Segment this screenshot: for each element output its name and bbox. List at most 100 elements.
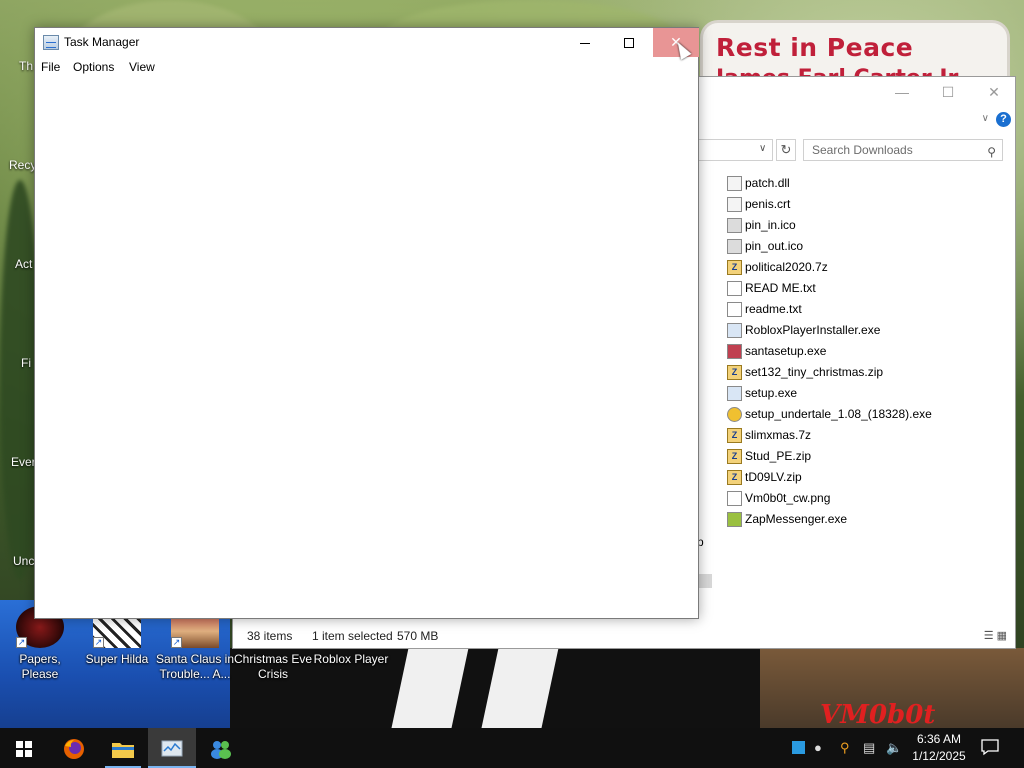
santa-exe-icon: [727, 344, 742, 359]
tray-search-icon[interactable]: ⚲: [840, 740, 850, 756]
firefox-icon: [64, 738, 84, 759]
windows-logo-icon: [16, 740, 32, 757]
file-item[interactable]: patch.dll: [727, 173, 932, 194]
taskbar-file-explorer[interactable]: [99, 728, 147, 768]
desktop-icon-label-partial[interactable]: Recy: [9, 158, 36, 172]
task-manager-icon: [161, 740, 183, 757]
explorer-minimize-button[interactable]: —: [879, 77, 925, 107]
exe-file-icon: [727, 323, 742, 338]
archive-file-icon: Z: [727, 470, 742, 485]
certificate-file-icon: [727, 197, 742, 212]
zap-messenger-icon: [727, 512, 742, 527]
taskbar-messenger[interactable]: [197, 728, 245, 768]
file-item[interactable]: Zset132_tiny_christmas.zip: [727, 362, 932, 383]
taskbar-clock[interactable]: 6:36 AM 1/12/2025: [908, 731, 970, 765]
file-item[interactable]: pin_in.ico: [727, 215, 932, 236]
desktop-icon-label-partial[interactable]: Fi: [21, 356, 31, 370]
file-item[interactable]: setup.exe: [727, 383, 932, 404]
task-manager-content: [35, 78, 698, 618]
wallpaper-watermark: VM0b0t: [820, 700, 936, 728]
file-item[interactable]: ZapMessenger.exe: [727, 509, 932, 530]
file-item[interactable]: santasetup.exe: [727, 341, 932, 362]
file-item[interactable]: readme.txt: [727, 299, 932, 320]
desktop-icon-label: Super Hilda: [85, 652, 149, 666]
refresh-button[interactable]: ↻: [776, 139, 796, 161]
file-name: political2020.7z: [745, 260, 828, 274]
minimize-icon: [580, 42, 590, 44]
desktop-icon-label-partial[interactable]: Ever: [11, 455, 36, 469]
desktop-icon-label: Papers, Please: [19, 652, 61, 681]
icon-file-icon: [727, 239, 742, 254]
minimize-button[interactable]: [563, 28, 607, 57]
file-name: READ ME.txt: [745, 281, 816, 295]
clock-date: 1/12/2025: [912, 749, 966, 763]
tray-messenger-icon[interactable]: ●: [814, 740, 822, 755]
search-input[interactable]: Search Downloads ⚲: [803, 139, 1003, 161]
desktop-icon-label-partial[interactable]: Th: [19, 59, 33, 73]
notification-center-icon[interactable]: [980, 738, 1000, 756]
menu-view[interactable]: View: [129, 60, 155, 74]
explorer-maximize-button[interactable]: ☐: [925, 77, 971, 107]
start-button[interactable]: [0, 728, 48, 768]
file-name: Vm0b0t_cw.png: [745, 491, 831, 505]
taskbar-firefox[interactable]: [50, 728, 98, 768]
file-item[interactable]: pin_out.ico: [727, 236, 932, 257]
menu-bar: File Options View: [35, 58, 698, 78]
image-file-icon: [727, 491, 742, 506]
task-manager-window[interactable]: Task Manager ✕ File Options View: [34, 27, 699, 619]
desktop-icon-label-partial[interactable]: Unc: [13, 554, 34, 568]
volume-icon[interactable]: 🔈: [886, 740, 902, 756]
maximize-button[interactable]: [607, 28, 651, 57]
shortcut-arrow-icon: ↗: [171, 637, 182, 648]
file-item[interactable]: Zslimxmas.7z: [727, 425, 932, 446]
file-name: ZapMessenger.exe: [745, 512, 848, 526]
messenger-people-icon: [211, 740, 231, 759]
taskbar: ● ⚲ ▤ 🔈 6:36 AM 1/12/2025: [0, 728, 1024, 768]
explorer-close-button[interactable]: ✕: [971, 77, 1017, 107]
file-name: penis.crt: [745, 197, 791, 211]
file-list: patch.dll penis.crt pin_in.ico pin_out.i…: [727, 173, 932, 530]
taskbar-task-manager[interactable]: [148, 728, 196, 768]
file-item[interactable]: Zpolitical2020.7z: [727, 257, 932, 278]
task-manager-titlebar[interactable]: Task Manager ✕: [35, 28, 699, 58]
file-name: setup_undertale_1.08_(18328).exe: [745, 407, 932, 421]
file-name: slimxmas.7z: [745, 428, 812, 442]
network-icon[interactable]: ▤: [863, 740, 875, 756]
archive-file-icon: Z: [727, 365, 742, 380]
file-name: Stud_PE.zip: [745, 449, 812, 463]
file-name: setup.exe: [745, 386, 798, 400]
shortcut-arrow-icon: ↗: [16, 637, 27, 648]
file-name: readme.txt: [745, 302, 802, 316]
file-item[interactable]: ZtD09LV.zip: [727, 467, 932, 488]
tray-app-icon[interactable]: [792, 741, 805, 754]
file-name: santasetup.exe: [745, 344, 827, 358]
text-file-icon: [727, 281, 742, 296]
file-name: tD09LV.zip: [745, 470, 802, 484]
file-name: RobloxPlayerInstaller.exe: [745, 323, 881, 337]
file-item[interactable]: READ ME.txt: [727, 278, 932, 299]
horizontal-scrollbar-thumb[interactable]: [697, 574, 712, 588]
icon-file-icon: [727, 218, 742, 233]
help-icon[interactable]: ?: [996, 112, 1011, 127]
ribbon-expand-chevron-icon[interactable]: ∨: [982, 113, 989, 124]
search-icon[interactable]: ⚲: [987, 142, 996, 162]
text-file-icon: [727, 302, 742, 317]
file-item[interactable]: Vm0b0t_cw.png: [727, 488, 932, 509]
archive-file-icon: Z: [727, 449, 742, 464]
desktop-icon-label-partial[interactable]: Act: [15, 257, 32, 271]
file-name: pin_in.ico: [745, 218, 796, 232]
desktop-icon-label: Christmas Eve Crisis: [233, 652, 313, 681]
archive-file-icon: Z: [727, 260, 742, 275]
file-item[interactable]: penis.crt: [727, 194, 932, 215]
address-dropdown-icon[interactable]: ∨: [759, 143, 766, 154]
memorial-sign-line1: Rest in Peace: [716, 33, 914, 62]
maximize-icon: [624, 38, 634, 49]
undertale-setup-icon: [727, 407, 742, 422]
menu-options[interactable]: Options: [73, 60, 114, 74]
file-item[interactable]: RobloxPlayerInstaller.exe: [727, 320, 932, 341]
file-item[interactable]: Z Stud_PE.zip: [727, 446, 932, 467]
view-toggle-icons[interactable]: ☰ ▦: [984, 624, 1007, 643]
menu-file[interactable]: File: [41, 60, 60, 74]
file-item[interactable]: setup_undertale_1.08_(18328).exe: [727, 404, 932, 425]
window-title: Task Manager: [64, 35, 140, 49]
